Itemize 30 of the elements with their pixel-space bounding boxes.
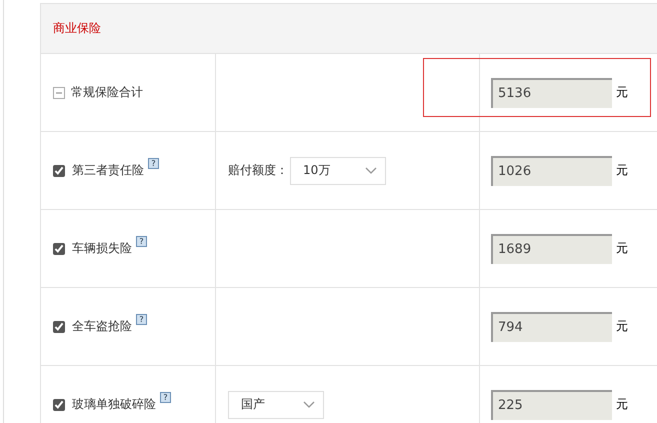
option-label: 赔付额度：	[228, 162, 288, 179]
unit-label: 元	[616, 396, 628, 413]
coverage-name: 第三者责任险	[72, 162, 144, 179]
unit-label: 元	[616, 162, 628, 179]
amount-field[interactable]: 794	[491, 312, 612, 342]
amount-field[interactable]: 5136	[491, 78, 612, 108]
chevron-down-icon	[365, 166, 377, 174]
unit-label: 元	[616, 240, 628, 257]
help-icon[interactable]: ?	[136, 236, 147, 247]
checkbox[interactable]	[53, 242, 65, 254]
coverage-name: 全车盗抢险	[72, 318, 132, 335]
checkbox[interactable]	[53, 164, 65, 176]
section-title: 商业保险	[53, 20, 101, 37]
coverage-name: 车辆损失险	[72, 240, 132, 257]
amount-field[interactable]: 225	[491, 390, 612, 420]
coverage-name: 玻璃单独破碎险	[72, 396, 156, 413]
help-icon[interactable]: ?	[160, 392, 171, 403]
coverage-name: 常规保险合计	[71, 84, 143, 101]
unit-label: 元	[616, 84, 628, 101]
checkbox[interactable]	[53, 320, 65, 332]
dropdown[interactable]: 10万	[290, 156, 386, 184]
help-icon[interactable]: ?	[136, 314, 147, 325]
dropdown[interactable]: 国产	[228, 390, 324, 418]
help-icon[interactable]: ?	[148, 158, 159, 169]
collapse-icon[interactable]	[53, 86, 65, 98]
checkbox[interactable]	[53, 398, 65, 410]
amount-field[interactable]: 1026	[491, 156, 612, 186]
amount-field[interactable]: 1689	[491, 234, 612, 264]
unit-label: 元	[616, 318, 628, 335]
chevron-down-icon	[303, 400, 315, 408]
